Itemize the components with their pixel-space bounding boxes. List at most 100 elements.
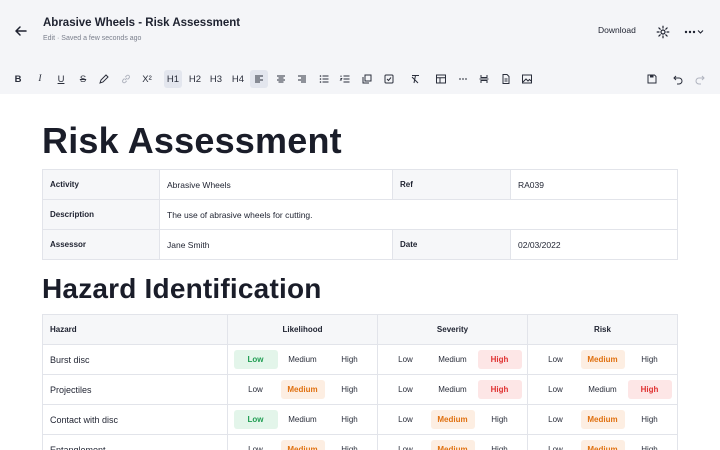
severity-selector: Low Medium High [377, 404, 528, 435]
hazard-name[interactable]: Entanglement [42, 434, 228, 450]
likelihood-option-low[interactable]: Low [234, 440, 278, 450]
horizontal-rule-icon[interactable] [454, 70, 472, 88]
likelihood-option-low[interactable]: Low [233, 410, 278, 429]
align-right-icon[interactable] [293, 70, 311, 88]
description-label: Description [42, 199, 160, 230]
risk-option-high[interactable]: High [628, 410, 672, 429]
document-title: Abrasive Wheels - Risk Assessment [43, 17, 241, 29]
redo-icon[interactable] [691, 70, 709, 88]
table-row: Activity Abrasive Wheels Ref RA039 [42, 169, 678, 200]
table-row: Burst disc Low Medium High Low Medium High Low M… [42, 344, 678, 375]
severity-option-high[interactable]: High [477, 380, 522, 399]
severity-option-high[interactable]: High [478, 440, 522, 450]
more-options-icon[interactable] [683, 25, 705, 39]
severity-option-low[interactable]: Low [384, 410, 428, 429]
risk-selector: Low Medium High [527, 404, 678, 435]
likelihood-option-medium[interactable]: Medium [281, 410, 325, 429]
back-arrow-icon[interactable] [12, 22, 30, 40]
save-status: Edit · Saved a few seconds ago [43, 35, 142, 42]
save-icon[interactable] [643, 70, 661, 88]
hazard-heading[interactable]: Hazard Identification [42, 273, 322, 305]
top-header: Abrasive Wheels - Risk Assessment Edit ·… [0, 0, 720, 64]
severity-selector: Low Medium High [377, 344, 528, 375]
bold-icon[interactable]: B [9, 70, 27, 88]
page-title[interactable]: Risk Assessment [42, 120, 342, 162]
likelihood-selector: Low Medium High [227, 404, 378, 435]
underline-icon[interactable]: U [52, 70, 70, 88]
risk-option-high[interactable]: High [628, 440, 672, 450]
italic-icon[interactable]: I [31, 70, 49, 88]
ref-value[interactable]: RA039 [510, 169, 678, 200]
severity-option-low[interactable]: Low [384, 440, 428, 450]
hazard-table: Hazard Likelihood Severity Risk Burst di… [42, 314, 678, 450]
heading-1-button[interactable]: H1 [164, 70, 182, 88]
risk-option-high[interactable]: High [627, 380, 672, 399]
severity-option-medium[interactable]: Medium [430, 410, 475, 429]
bullet-list-icon[interactable] [315, 70, 333, 88]
severity-option-medium[interactable]: Medium [430, 440, 475, 450]
risk-option-medium[interactable]: Medium [580, 410, 625, 429]
risk-option-low[interactable]: Low [534, 410, 578, 429]
risk-option-high[interactable]: High [628, 350, 672, 369]
likelihood-option-high[interactable]: High [328, 350, 372, 369]
image-icon[interactable] [518, 70, 536, 88]
clear-format-icon[interactable] [406, 70, 424, 88]
link-icon[interactable] [117, 70, 135, 88]
hazard-name[interactable]: Contact with disc [42, 404, 228, 435]
copy-block-icon[interactable] [358, 70, 376, 88]
undo-icon[interactable] [669, 70, 687, 88]
strikethrough-icon[interactable]: S [74, 70, 92, 88]
severity-option-low[interactable]: Low [384, 380, 428, 399]
risk-option-low[interactable]: Low [534, 440, 578, 450]
superscript-icon[interactable]: X² [138, 70, 156, 88]
likelihood-option-medium[interactable]: Medium [280, 380, 325, 399]
severity-option-low[interactable]: Low [384, 350, 428, 369]
checklist-icon[interactable] [380, 70, 398, 88]
assessor-value[interactable]: Jane Smith [159, 229, 393, 260]
heading-2-button[interactable]: H2 [186, 70, 204, 88]
risk-option-medium[interactable]: Medium [580, 440, 625, 450]
document-icon[interactable] [497, 70, 515, 88]
severity-option-high[interactable]: High [477, 350, 522, 369]
activity-value[interactable]: Abrasive Wheels [159, 169, 393, 200]
table-row: Projectiles Low Medium High Low Medium High Low… [42, 374, 678, 405]
risk-option-medium[interactable]: Medium [581, 380, 625, 399]
severity-selector: Low Medium High [377, 434, 528, 450]
align-center-icon[interactable] [272, 70, 290, 88]
severity-selector: Low Medium High [377, 374, 528, 405]
highlight-icon[interactable] [95, 70, 113, 88]
likelihood-option-high[interactable]: High [328, 380, 372, 399]
heading-3-button[interactable]: H3 [207, 70, 225, 88]
align-left-icon[interactable] [250, 70, 268, 88]
heading-4-button[interactable]: H4 [229, 70, 247, 88]
description-value[interactable]: The use of abrasive wheels for cutting. [159, 199, 678, 230]
risk-column-header: Risk [527, 314, 678, 345]
date-label: Date [392, 229, 511, 260]
gear-icon[interactable] [656, 25, 670, 39]
risk-option-medium[interactable]: Medium [580, 350, 625, 369]
page-break-icon[interactable] [475, 70, 493, 88]
ordered-list-icon[interactable] [336, 70, 354, 88]
hazard-name[interactable]: Burst disc [42, 344, 228, 375]
severity-option-high[interactable]: High [478, 410, 522, 429]
hazard-name[interactable]: Projectiles [42, 374, 228, 405]
risk-selector: Low Medium High [527, 434, 678, 450]
download-button[interactable]: Download [598, 25, 636, 35]
severity-option-medium[interactable]: Medium [431, 380, 475, 399]
table-row: Entanglement Low Medium High Low Medium High Lo… [42, 434, 678, 450]
table-row: Description The use of abrasive wheels f… [42, 199, 678, 230]
date-value[interactable]: 02/03/2022 [510, 229, 678, 260]
severity-option-medium[interactable]: Medium [431, 350, 475, 369]
risk-selector: Low Medium High [527, 344, 678, 375]
table-icon[interactable] [432, 70, 450, 88]
likelihood-option-low[interactable]: Low [233, 350, 278, 369]
likelihood-option-medium[interactable]: Medium [280, 440, 325, 450]
likelihood-option-high[interactable]: High [328, 440, 372, 450]
risk-option-low[interactable]: Low [534, 380, 578, 399]
likelihood-option-medium[interactable]: Medium [281, 350, 325, 369]
assessor-label: Assessor [42, 229, 160, 260]
likelihood-option-high[interactable]: High [328, 410, 372, 429]
likelihood-option-low[interactable]: Low [234, 380, 278, 399]
risk-option-low[interactable]: Low [534, 350, 578, 369]
likelihood-column-header: Likelihood [227, 314, 378, 345]
